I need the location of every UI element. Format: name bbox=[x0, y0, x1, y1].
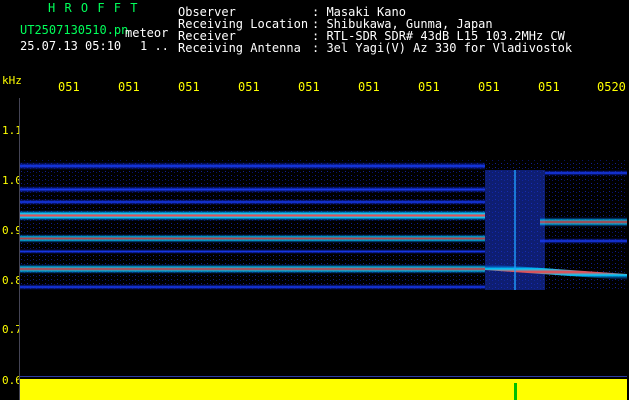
station-title: H R O F F T bbox=[48, 1, 139, 15]
band-3 bbox=[20, 199, 485, 205]
band-9 bbox=[545, 170, 627, 176]
band-2 bbox=[20, 186, 485, 193]
spectrogram-canvas bbox=[20, 160, 627, 400]
band-1 bbox=[20, 162, 485, 170]
datetime-label: 25.07.13 05:10 bbox=[20, 39, 122, 53]
y-axis-unit: kHz bbox=[2, 74, 22, 87]
separator-line bbox=[20, 376, 627, 377]
antenna-value: : 3el Yagi(V) Az 330 for Vladivostok bbox=[312, 41, 573, 55]
x-tick-6: 051 bbox=[358, 80, 380, 94]
x-tick-4: 051 bbox=[238, 80, 260, 94]
band-10 bbox=[540, 217, 627, 227]
x-tick-7: 051 bbox=[418, 80, 440, 94]
antenna-label: Receiving Antenna bbox=[178, 41, 301, 55]
x-tick-9: 051 bbox=[538, 80, 560, 94]
noise-floor-mark bbox=[514, 383, 517, 400]
x-tick-5: 051 bbox=[298, 80, 320, 94]
band-6 bbox=[20, 249, 485, 254]
x-tick-8: 051 bbox=[478, 80, 500, 94]
x-tick-3: 051 bbox=[178, 80, 200, 94]
filename-label: UT2507130510.pn bbox=[20, 23, 129, 37]
x-tick-1: 051 bbox=[58, 80, 80, 94]
band-8 bbox=[20, 284, 485, 290]
band-4 bbox=[20, 210, 485, 221]
noise-floor bbox=[20, 379, 627, 400]
page-indicator: 1 .. bbox=[140, 39, 169, 53]
mode-label: meteor bbox=[125, 26, 169, 40]
spectrogram bbox=[20, 98, 627, 400]
band-7 bbox=[20, 264, 485, 274]
band-5 bbox=[20, 234, 485, 243]
band-11 bbox=[540, 238, 627, 244]
x-tick-10: 0520 bbox=[597, 80, 626, 94]
x-tick-2: 051 bbox=[118, 80, 140, 94]
